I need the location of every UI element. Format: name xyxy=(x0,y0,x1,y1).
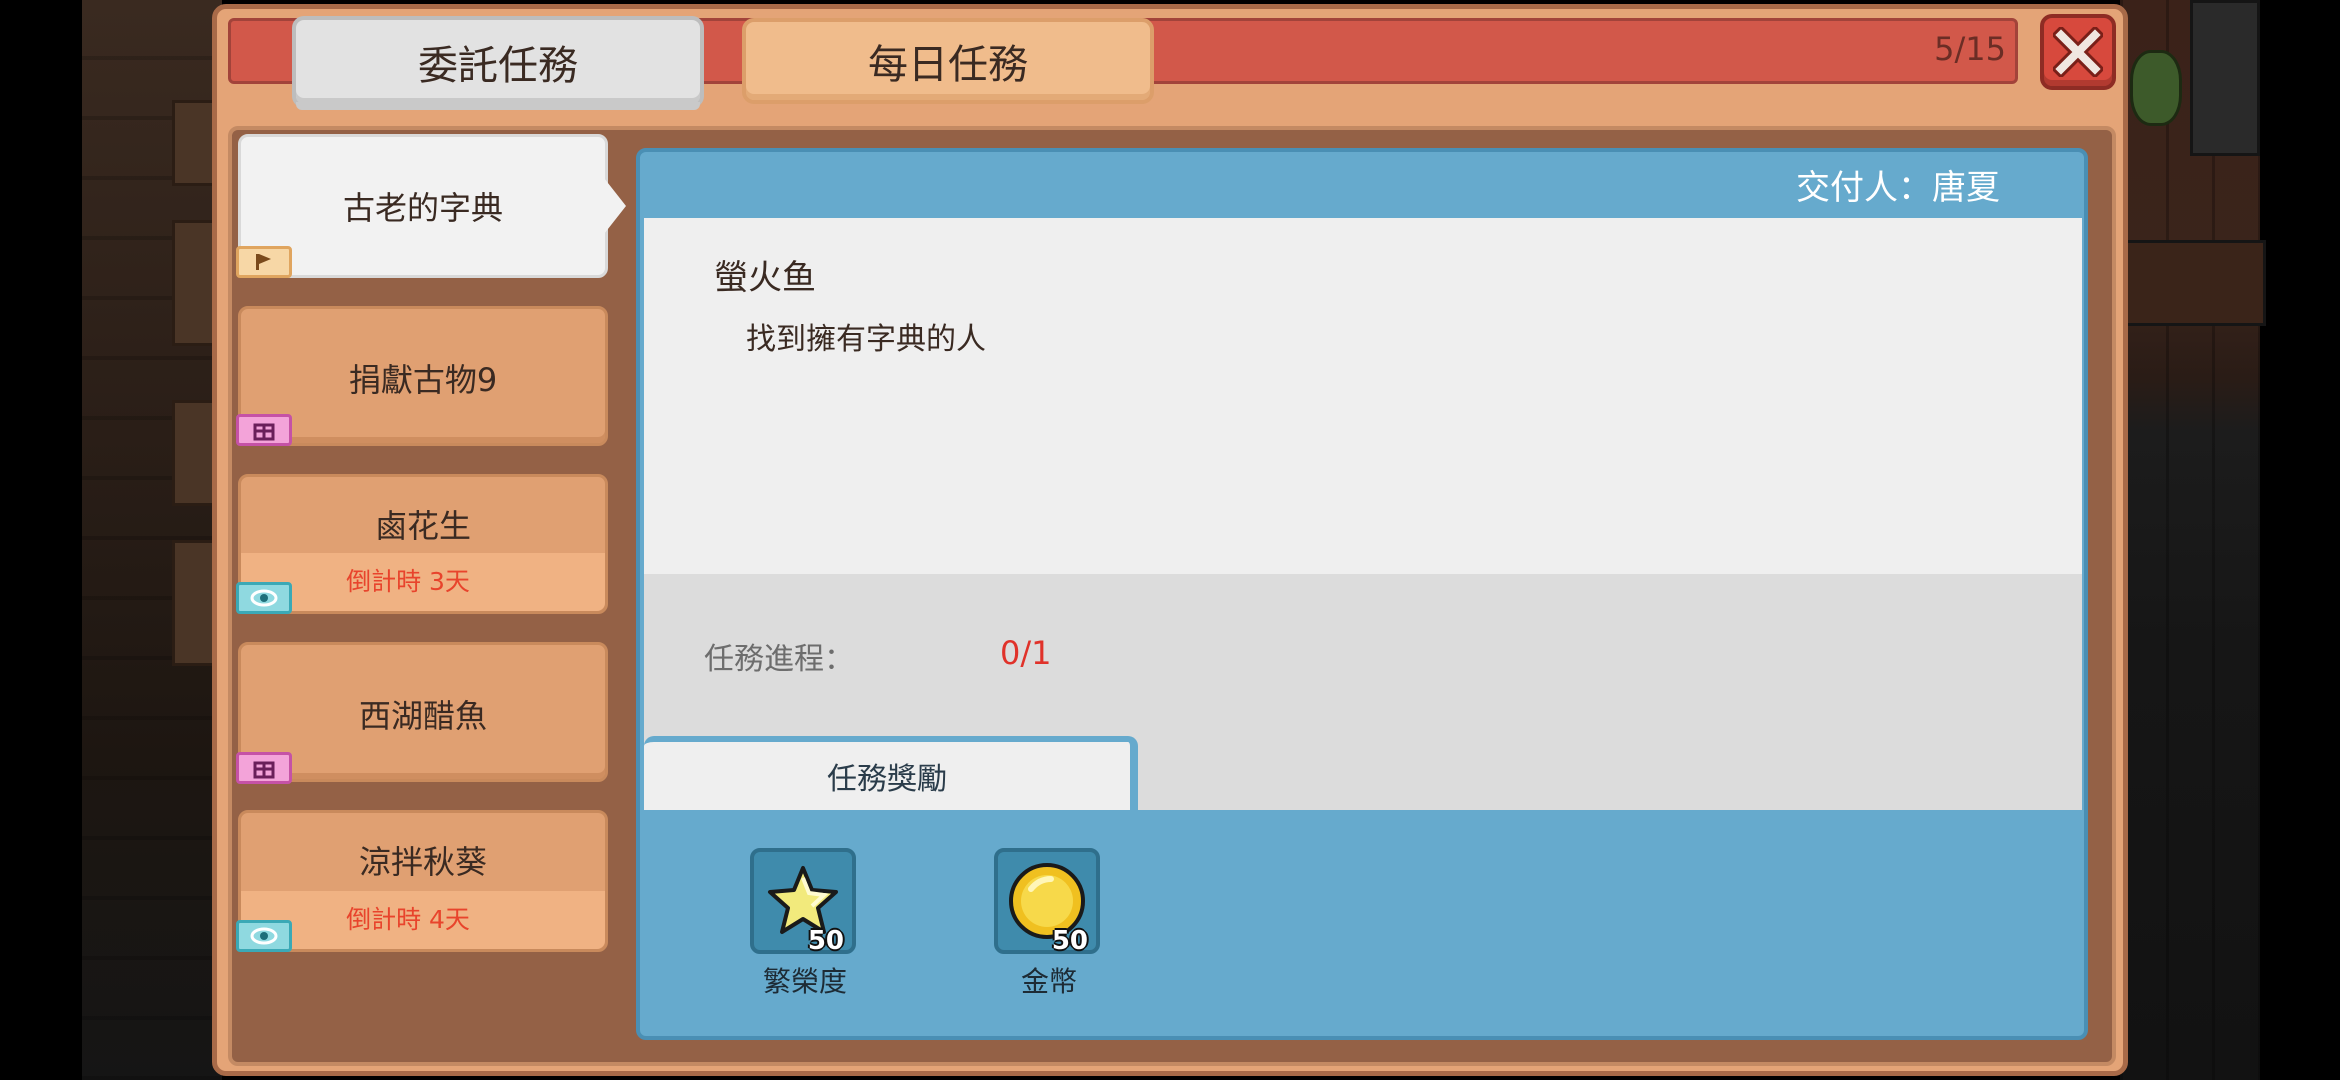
quest-item-ancient-dictionary[interactable]: 古老的字典 xyxy=(238,134,608,278)
quest-item-donate-antiques[interactable]: 捐獻古物9 xyxy=(238,306,608,446)
quest-content xyxy=(644,218,2082,574)
gift-icon xyxy=(236,752,292,784)
countdown-text: 倒計時 4天 xyxy=(241,891,605,949)
quest-item-label: 西湖醋魚 xyxy=(358,697,487,735)
tab-underline xyxy=(296,102,700,110)
tab-daily[interactable]: 每日任務 xyxy=(742,18,1154,104)
tab-daily-label: 每日任務 xyxy=(868,42,1028,88)
quest-item-label: 古老的字典 xyxy=(342,189,503,227)
quest-item-okra-salad[interactable]: 涼拌秋葵 倒計時 4天 xyxy=(238,810,608,952)
background-scene-right xyxy=(2120,0,2266,1080)
tab-commission[interactable]: 委託任務 xyxy=(292,16,704,108)
reward-tab: 任務獎勵 xyxy=(644,736,1138,810)
reward-gold-coins[interactable]: 50 金幣 xyxy=(994,848,1104,1000)
background-scene-left xyxy=(82,0,228,1080)
reward-slot: 50 xyxy=(994,848,1100,956)
quest-item-label: 鹵花生 xyxy=(374,507,471,545)
countdown-text: 倒計時 3天 xyxy=(241,553,605,611)
progress-label: 任務進程： xyxy=(704,642,854,677)
quest-counter: 5/15 xyxy=(1934,30,2006,68)
close-button[interactable] xyxy=(2040,14,2116,90)
reward-tab-label: 任務獎勵 xyxy=(827,762,947,797)
reward-quantity: 50 xyxy=(807,926,844,956)
quest-item-braised-peanuts[interactable]: 鹵花生 倒計時 3天 xyxy=(238,474,608,614)
progress-value: 0/1 xyxy=(1000,634,1052,672)
quest-item-west-lake-fish[interactable]: 西湖醋魚 xyxy=(238,642,608,782)
reward-name: 繁榮度 xyxy=(762,965,847,998)
gift-icon xyxy=(236,414,292,446)
quest-giver: 交付人：唐夏 xyxy=(1796,168,2000,208)
tab-commission-label: 委託任務 xyxy=(418,43,578,89)
eye-icon xyxy=(236,920,292,952)
quest-item-label: 涼拌秋葵 xyxy=(358,843,487,881)
quest-title: 螢火鱼 xyxy=(714,258,816,298)
quest-item-label: 捐獻古物9 xyxy=(348,361,498,399)
selected-arrow xyxy=(604,178,626,234)
close-icon xyxy=(2053,27,2103,77)
flag-icon xyxy=(236,246,292,278)
quest-description: 找到擁有字典的人 xyxy=(746,322,986,357)
reward-quantity: 50 xyxy=(1051,926,1088,956)
reward-slot: 50 xyxy=(750,848,856,956)
reward-name: 金幣 xyxy=(1020,965,1077,998)
eye-icon xyxy=(236,582,292,614)
reward-prosperity[interactable]: 50 繁榮度 xyxy=(750,848,860,1000)
